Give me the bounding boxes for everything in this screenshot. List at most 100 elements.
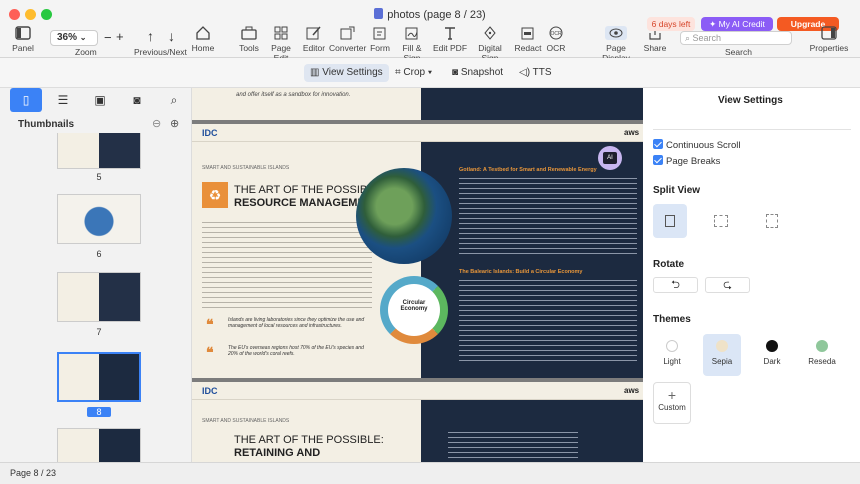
zoom-value: 36% — [57, 32, 78, 43]
checkbox-checked-icon — [653, 155, 663, 165]
edit-icon — [306, 26, 321, 40]
thumbnail-page-7[interactable] — [57, 272, 141, 322]
single-view-option[interactable] — [653, 204, 687, 238]
sparkle-icon: ✦ — [709, 19, 719, 29]
ai-assistant-button[interactable]: AI — [598, 146, 622, 170]
page-breaks-checkbox[interactable]: Page Breaks — [653, 155, 720, 167]
rotate-left-button[interactable]: ⮌ — [653, 277, 698, 293]
window-title-text: photos (page 8 / 23) — [387, 9, 486, 21]
prev-next-label: Previous/Next — [134, 47, 187, 57]
previous-page-button[interactable]: ↑ — [147, 28, 154, 44]
eye-icon — [605, 26, 627, 40]
island-photo — [356, 168, 452, 264]
theme-label: Sepia — [711, 357, 733, 366]
horizontal-split-icon — [766, 214, 778, 228]
tab-annotations[interactable]: ▣ — [84, 88, 116, 112]
thumbnail-label-selected: 8 — [87, 407, 111, 417]
search-input[interactable]: ⌕ Search — [680, 31, 792, 45]
page-heading-line2: RETAINING AND — [234, 447, 321, 459]
custom-theme-button[interactable]: + Custom — [653, 382, 691, 424]
theme-swatch — [666, 340, 678, 352]
ocr-button[interactable]: OCR OCR — [544, 26, 568, 53]
home-button[interactable]: Home — [191, 26, 215, 53]
panel-icon — [15, 26, 31, 40]
editor-button[interactable]: Editor — [301, 26, 327, 53]
theme-swatch — [716, 340, 728, 352]
vertical-split-option[interactable] — [704, 204, 738, 238]
thumbnail-page-5[interactable] — [57, 133, 141, 169]
view-settings-button[interactable]: ▥ View Settings — [304, 64, 389, 82]
page-indicator: Page 8 / 23 — [10, 468, 57, 478]
rotate-heading: Rotate — [653, 259, 685, 270]
quote-icon: ❝ — [206, 316, 214, 332]
aws-logo: aws — [624, 386, 640, 395]
zoom-in-button[interactable]: + — [116, 29, 124, 44]
theme-light[interactable]: Light — [653, 334, 691, 376]
grid-icon — [274, 26, 288, 40]
horizontal-split-option[interactable] — [755, 204, 789, 238]
annotation-icon: ▣ — [94, 93, 106, 107]
zoom-in-thumbs-button[interactable]: ⊕ — [170, 117, 179, 130]
vertical-split-icon — [714, 215, 728, 227]
circular-economy-label: Circular Economy — [400, 300, 428, 312]
continuous-scroll-label: Continuous Scroll — [666, 140, 741, 151]
thumbnail-label: 5 — [96, 172, 102, 182]
tab-thumbnails[interactable]: ▯ — [10, 88, 42, 112]
pdf-file-icon — [374, 8, 384, 19]
tts-button[interactable]: ◁) TTS — [513, 64, 558, 82]
thumbnail-page-9[interactable] — [57, 428, 141, 462]
theme-reseda[interactable]: Reseda — [803, 334, 841, 376]
continuous-scroll-checkbox[interactable]: Continuous Scroll — [653, 139, 740, 151]
list-icon: ☰ — [57, 93, 69, 107]
tab-outline[interactable]: ☰ — [47, 88, 79, 112]
redact-button[interactable]: Redact — [514, 26, 542, 53]
tools-button[interactable]: Tools — [236, 26, 262, 53]
form-icon — [373, 27, 386, 40]
redact-icon — [521, 27, 534, 40]
panel-button[interactable]: Panel — [8, 26, 38, 53]
next-page-button[interactable]: ↓ — [168, 28, 175, 44]
share-label: Share — [643, 43, 667, 53]
page-text: and offer itself as a sandbox for innova… — [236, 92, 351, 98]
signature-icon — [405, 27, 418, 40]
section-label: SMART AND SUSTAINABLE ISLANDS — [202, 418, 290, 424]
zoom-out-button[interactable]: − — [104, 30, 112, 45]
page-9: IDC aws SMART AND SUSTAINABLE ISLANDS TH… — [192, 382, 643, 462]
snapshot-button[interactable]: ◙ Snapshot — [446, 64, 509, 82]
search-placeholder: Search — [692, 33, 722, 43]
idc-logo: IDC — [202, 386, 218, 396]
zoom-select[interactable]: 36% ⌄ — [50, 30, 98, 46]
tab-search[interactable]: ⌕ — [158, 88, 190, 112]
tools-label: Tools — [239, 43, 259, 53]
plus-icon: + — [667, 387, 677, 403]
converter-button[interactable]: Converter — [329, 26, 366, 53]
crop-label: Crop — [403, 67, 426, 78]
theme-dark[interactable]: Dark — [753, 334, 791, 376]
form-button[interactable]: Form — [369, 26, 391, 53]
titlebar: photos (page 8 / 23) Panel 36% ⌄ − + Zoo… — [0, 0, 860, 63]
theme-swatch — [816, 340, 828, 352]
svg-text:OCR: OCR — [550, 31, 562, 37]
properties-button[interactable]: Properties — [808, 26, 850, 53]
ocr-label: OCR — [546, 43, 566, 53]
rotate-right-button[interactable]: ⮎ — [705, 277, 750, 293]
toolbox-icon — [241, 26, 257, 40]
document-view[interactable]: and offer itself as a sandbox for innova… — [192, 88, 643, 462]
thumbnail-page-8[interactable] — [57, 352, 141, 402]
ocr-icon: OCR — [549, 26, 563, 40]
ai-credit-button[interactable]: ✦ My AI Credit — [701, 17, 773, 31]
recycle-icon: ♻ — [202, 182, 228, 208]
thumbnail-page-6[interactable] — [57, 194, 141, 244]
page-8: IDC aws SMART AND SUSTAINABLE ISLANDS ♻ … — [192, 124, 643, 378]
crop-button[interactable]: ⌗ Crop ▾ — [389, 64, 438, 82]
view-subtoolbar: ▥ View Settings ⌗ Crop ▾ ◙ Snapshot ◁) T… — [0, 58, 860, 88]
thumbnail-label: 6 — [96, 249, 102, 259]
zoom-out-thumbs-button[interactable]: ⊖ — [152, 117, 161, 130]
theme-label: Dark — [763, 357, 781, 366]
tab-attachments[interactable]: ◙ — [121, 88, 153, 112]
edit-pdf-button[interactable]: Edit PDF — [433, 26, 467, 53]
rotate-left-icon: ⮌ — [671, 279, 680, 291]
theme-sepia[interactable]: Sepia — [703, 334, 741, 376]
chevron-down-icon: ▾ — [425, 67, 433, 78]
divider — [653, 129, 851, 130]
